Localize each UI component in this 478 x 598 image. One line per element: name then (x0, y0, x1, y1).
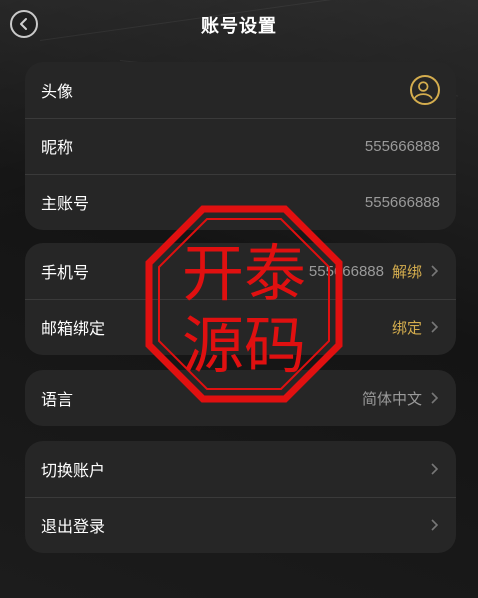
avatar-label: 头像 (41, 82, 74, 101)
nickname-label: 昵称 (41, 138, 74, 157)
language-right: 简体中文 (362, 388, 440, 409)
main-account-value: 555666888 (364, 193, 440, 211)
avatar-icon[interactable] (410, 75, 440, 105)
back-icon (20, 18, 27, 30)
account-actions-card: 切换账户 退出登录 (25, 441, 456, 553)
page-title: 账号设置 (201, 16, 277, 37)
watermark-line1: 开泰 (182, 237, 306, 310)
main-account-label: 主账号 (41, 194, 90, 213)
avatar-row[interactable]: 头像 (25, 62, 456, 118)
switch-account-row[interactable]: 切换账户 (25, 441, 456, 497)
email-label: 邮箱绑定 (41, 319, 106, 338)
chevron-right-icon (431, 392, 439, 404)
language-value: 简体中文 (361, 390, 422, 408)
chevron-right-icon (431, 265, 439, 277)
bind-action[interactable]: 绑定 (392, 317, 422, 338)
nickname-row[interactable]: 昵称 555666888 (25, 118, 456, 174)
watermark-stamp: 开泰 源码 (145, 205, 343, 403)
logout-row[interactable]: 退出登录 (25, 497, 456, 553)
chevron-right-icon (431, 321, 439, 333)
email-right: 绑定 (392, 317, 440, 338)
language-label: 语言 (41, 390, 74, 409)
chevron-right-icon (431, 519, 439, 531)
unbind-action[interactable]: 解绑 (392, 261, 422, 282)
switch-account-label: 切换账户 (41, 461, 106, 480)
back-button[interactable] (10, 10, 38, 38)
phone-label: 手机号 (41, 263, 90, 282)
header-bar: 账号设置 (0, 0, 478, 50)
nickname-value: 555666888 (364, 137, 440, 155)
watermark-line2: 源码 (182, 309, 306, 382)
logout-label: 退出登录 (41, 517, 106, 536)
chevron-right-icon (431, 463, 439, 475)
